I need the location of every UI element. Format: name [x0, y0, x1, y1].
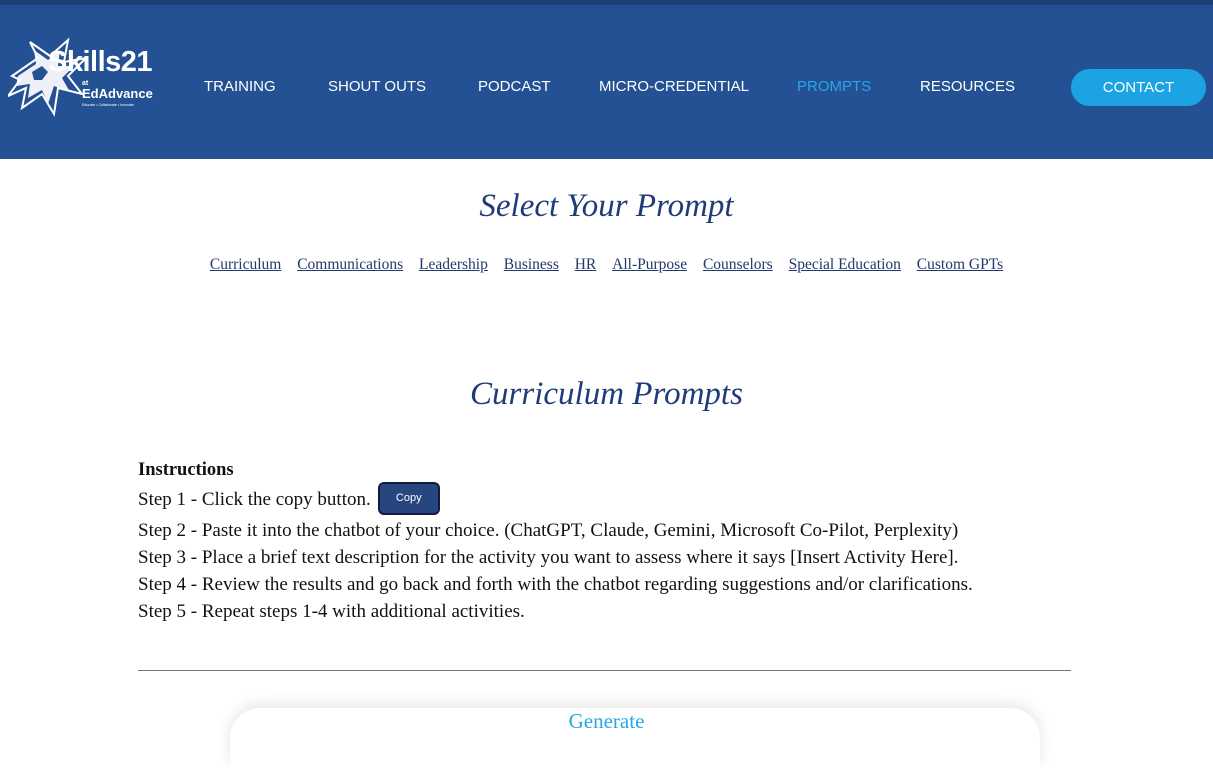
step-1-text: Step 1 - Click the copy button.: [138, 488, 371, 510]
nav-resources[interactable]: RESOURCES: [920, 77, 1015, 97]
link-communications[interactable]: Communications: [297, 256, 403, 273]
contact-button[interactable]: CONTACT: [1071, 69, 1206, 106]
nav-shout-outs[interactable]: SHOUT OUTS: [328, 77, 426, 97]
instructions-block: Instructions Step 1 - Click the copy but…: [138, 457, 1138, 625]
section-divider: [138, 670, 1071, 671]
step-2: Step 2 - Paste it into the chatbot of yo…: [138, 520, 959, 541]
link-counselors[interactable]: Counselors: [703, 256, 773, 273]
skills21-logo[interactable]: Skills21 at EdAdvance Educate • Collabor…: [8, 36, 153, 120]
link-special-education[interactable]: Special Education: [789, 256, 901, 273]
logo-tagline: Educate • Collaborate • Innovate: [82, 103, 134, 107]
step-1: Step 1 - Click the copy button. Copy: [138, 482, 1138, 517]
step-5: Step 5 - Repeat steps 1-4 with additiona…: [138, 601, 525, 622]
logo-wordmark: Skills21: [48, 46, 153, 78]
instructions-heading: Instructions: [138, 460, 234, 480]
step-3: Step 3 - Place a brief text description …: [138, 547, 959, 568]
generate-button[interactable]: Generate: [0, 706, 1213, 736]
link-business[interactable]: Business: [504, 256, 559, 273]
nav-micro-credential[interactable]: MICRO-CREDENTIAL: [599, 77, 749, 97]
select-prompt-title: Select Your Prompt: [479, 188, 734, 224]
prompt-category-links: Curriculum Communications Leadership Bus…: [0, 255, 1213, 275]
link-curriculum[interactable]: Curriculum: [210, 256, 281, 273]
link-hr[interactable]: HR: [575, 256, 597, 273]
curriculum-prompts-title: Curriculum Prompts: [470, 376, 743, 412]
link-custom-gpts[interactable]: Custom GPTs: [917, 256, 1003, 273]
step-4: Step 4 - Review the results and go back …: [138, 574, 973, 595]
nav-podcast[interactable]: PODCAST: [478, 77, 551, 97]
link-leadership[interactable]: Leadership: [419, 256, 488, 273]
site-header: Skills21 at EdAdvance Educate • Collabor…: [0, 0, 1213, 159]
nav-prompts[interactable]: PROMPTS: [797, 77, 871, 97]
nav-training[interactable]: TRAINING: [204, 77, 276, 97]
copy-button[interactable]: Copy: [377, 482, 440, 515]
link-all-purpose[interactable]: All-Purpose: [612, 256, 687, 273]
logo-org-name: EdAdvance: [82, 86, 153, 101]
